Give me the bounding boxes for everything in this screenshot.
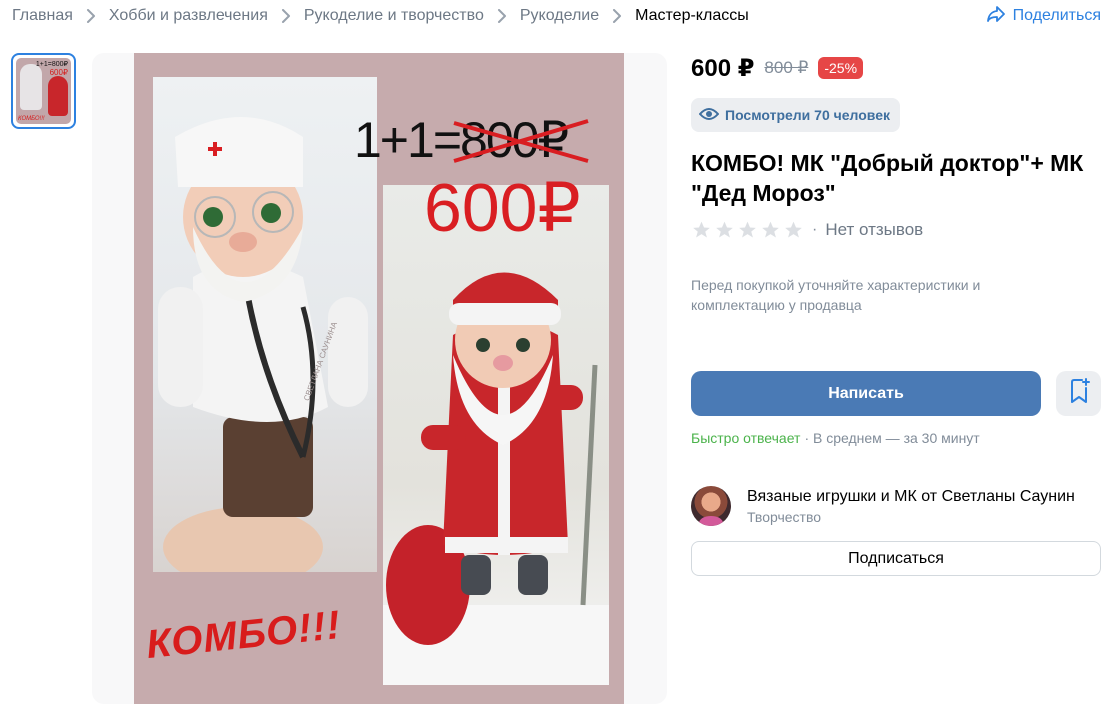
breadcrumb: Главная Хобби и развлечения Рукоделие и … (12, 5, 749, 27)
thumbnail-text-combo: КОМБО!!! (18, 116, 45, 122)
share-icon (986, 5, 1005, 27)
promo-combo: КОМБО!!! (144, 602, 344, 668)
product-title: КОМБО! МК "Добрый доктор"+ МК "Дед Мороз… (691, 150, 1084, 206)
rating[interactable]: · Нет отзывов (691, 219, 923, 241)
star-icon (739, 221, 756, 238)
current-price: 600 ₽ (691, 54, 755, 82)
bookmark-add-icon (1067, 378, 1091, 409)
breadcrumb-item-hobby[interactable]: Хобби и развлечения (109, 7, 268, 25)
star-icon (693, 221, 710, 238)
image-thumbnail[interactable]: 1+1=800₽ 600₽ КОМБО!!! (11, 53, 76, 129)
thumbnail-santa-shape (48, 76, 68, 116)
purchase-hint: Перед покупкой уточняйте характеристики … (691, 277, 981, 313)
views-text: Посмотрели 70 человек (725, 107, 891, 123)
share-button[interactable]: Поделиться (986, 5, 1101, 27)
breadcrumb-item-crafts[interactable]: Рукоделие и творчество (304, 7, 484, 25)
chevron-right-icon (484, 9, 520, 23)
breadcrumb-item-handicraft[interactable]: Рукоделие (520, 7, 599, 25)
seller-name[interactable]: Вязаные игрушки и МК от Светланы Саунин (747, 488, 1093, 506)
promo-price: 600₽ (424, 170, 581, 246)
thumbnail-image: 1+1=800₽ 600₽ КОМБО!!! (16, 58, 71, 124)
discount-badge: -25% (818, 57, 864, 79)
star-icon (716, 221, 733, 238)
seller-card[interactable]: Вязаные игрушки и МК от Светланы Саунин … (691, 486, 1093, 526)
bookmark-button[interactable] (1056, 371, 1101, 416)
thumbnail-doctor-shape (20, 64, 42, 110)
star-icon (785, 221, 802, 238)
price-row: 600 ₽ 800 ₽ -25% (691, 54, 864, 82)
breadcrumb-item-current: Мастер-классы (635, 7, 749, 24)
rating-separator: · (812, 221, 818, 238)
response-average: · В среднем — за 30 минут (804, 430, 980, 446)
doctor-toy-photo (153, 77, 377, 572)
chevron-right-icon (599, 9, 635, 23)
avatar[interactable] (691, 486, 731, 526)
seller-category: Творчество (747, 508, 822, 525)
views-badge: Посмотрели 70 человек (691, 98, 901, 132)
promo-formula: 1+1=800₽ (354, 112, 569, 168)
write-seller-button[interactable]: Написать (691, 371, 1041, 416)
old-price: 800 ₽ (764, 58, 809, 77)
response-info: Быстро отвечает · В среднем — за 30 мину… (691, 430, 980, 446)
breadcrumb-item-home[interactable]: Главная (12, 7, 73, 25)
response-fast: Быстро отвечает (691, 430, 801, 446)
product-image[interactable]: СВЕТЛАНА САУНИНА 1+1=800₽ 600₽ КОМБО!!! (134, 53, 624, 704)
subscribe-button[interactable]: Подписаться (691, 541, 1101, 576)
eye-icon (698, 107, 720, 124)
share-label: Поделиться (1012, 7, 1101, 24)
santa-toy-photo (383, 185, 609, 685)
chevron-right-icon (268, 9, 304, 23)
thumbnail-text-price: 600₽ (49, 68, 68, 77)
thumbnail-text-formula: 1+1=800₽ (35, 61, 68, 68)
chevron-right-icon (73, 9, 109, 23)
star-icon (762, 221, 779, 238)
rating-text: Нет отзывов (825, 220, 924, 239)
